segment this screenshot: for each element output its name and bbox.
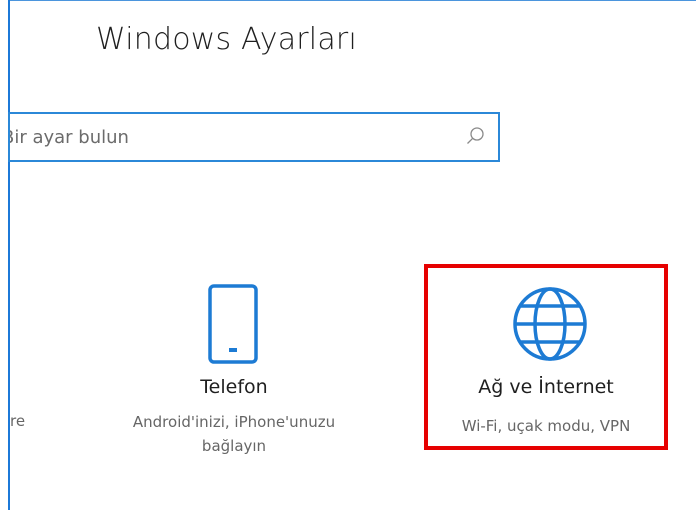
search-icon[interactable] — [466, 126, 486, 146]
search-box[interactable] — [8, 112, 500, 162]
tile-phone[interactable]: Telefon Android'inizi, iPhone'unuzu bağl… — [100, 270, 368, 470]
window-border-left — [8, 0, 10, 510]
tile-label: Telefon — [200, 376, 268, 398]
settings-window: Windows Ayarları re Telefon Android'iniz… — [0, 0, 696, 510]
partial-tile-label: re — [10, 412, 26, 430]
phone-icon — [208, 284, 258, 364]
tile-network-internet[interactable]: Ağ ve İnternet Wi-Fi, uçak modu, VPN — [424, 264, 668, 450]
page-title: Windows Ayarları — [96, 22, 357, 57]
tile-description: Android'inizi, iPhone'unuzu bağlayın — [132, 413, 336, 455]
search-input[interactable] — [10, 114, 450, 160]
tile-label: Ağ ve İnternet — [478, 376, 614, 398]
search-icon-graphic — [467, 127, 484, 144]
tile-description: Wi-Fi, uçak modu, VPN — [461, 417, 631, 435]
globe-icon — [512, 286, 588, 362]
window-border-top — [10, 0, 696, 1]
